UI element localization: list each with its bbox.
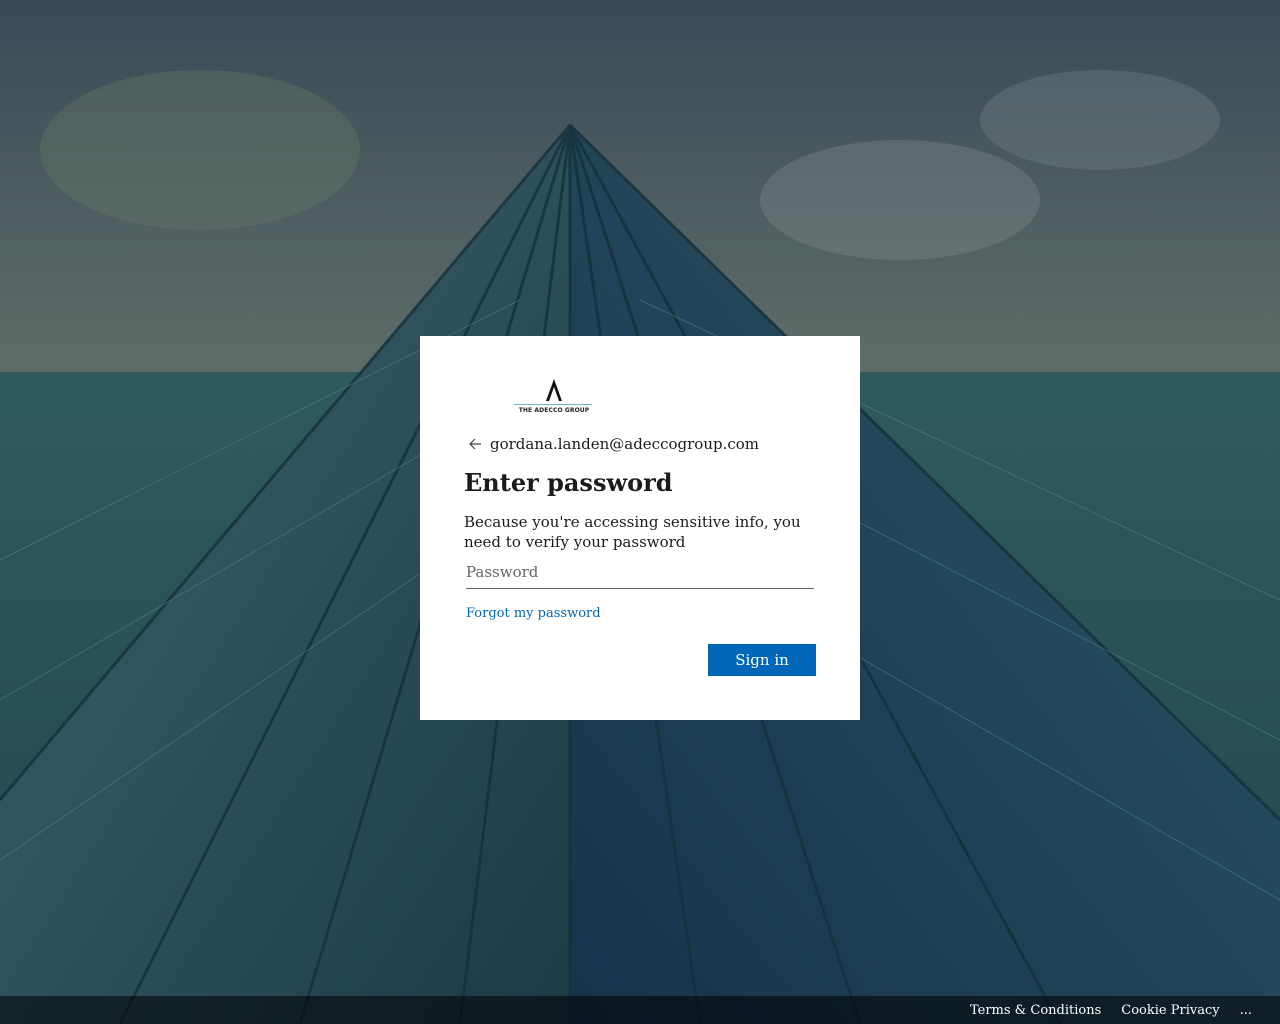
footer-links: Terms & Conditions Cookie Privacy ... (950, 996, 1252, 1024)
cookie-privacy-link[interactable]: Cookie Privacy (1121, 1003, 1219, 1018)
identity-email: gordana.landen@adeccogroup.com (490, 435, 760, 453)
footer-bar: Terms & Conditions Cookie Privacy ... (0, 996, 1280, 1024)
logo-text: THE ADECCO GROUP (518, 407, 590, 414)
terms-link[interactable]: Terms & Conditions (970, 1003, 1101, 1018)
page-title: Enter password (464, 468, 673, 497)
back-arrow-icon[interactable] (466, 434, 486, 454)
sign-in-button[interactable]: Sign in (708, 644, 816, 676)
password-input[interactable] (466, 556, 814, 589)
identity-banner: gordana.landen@adeccogroup.com (466, 432, 759, 456)
forgot-password-link[interactable]: Forgot my password (466, 606, 601, 621)
logo-underline (514, 404, 592, 405)
description-text: Because you're accessing sensitive info,… (464, 513, 801, 551)
signin-card: THE ADECCO GROUP gordana.landen@adeccogr… (420, 336, 860, 720)
more-options-link[interactable]: ... (1240, 1003, 1252, 1018)
adecco-a-mark (546, 379, 562, 401)
adecco-logo: THE ADECCO GROUP (514, 378, 594, 418)
